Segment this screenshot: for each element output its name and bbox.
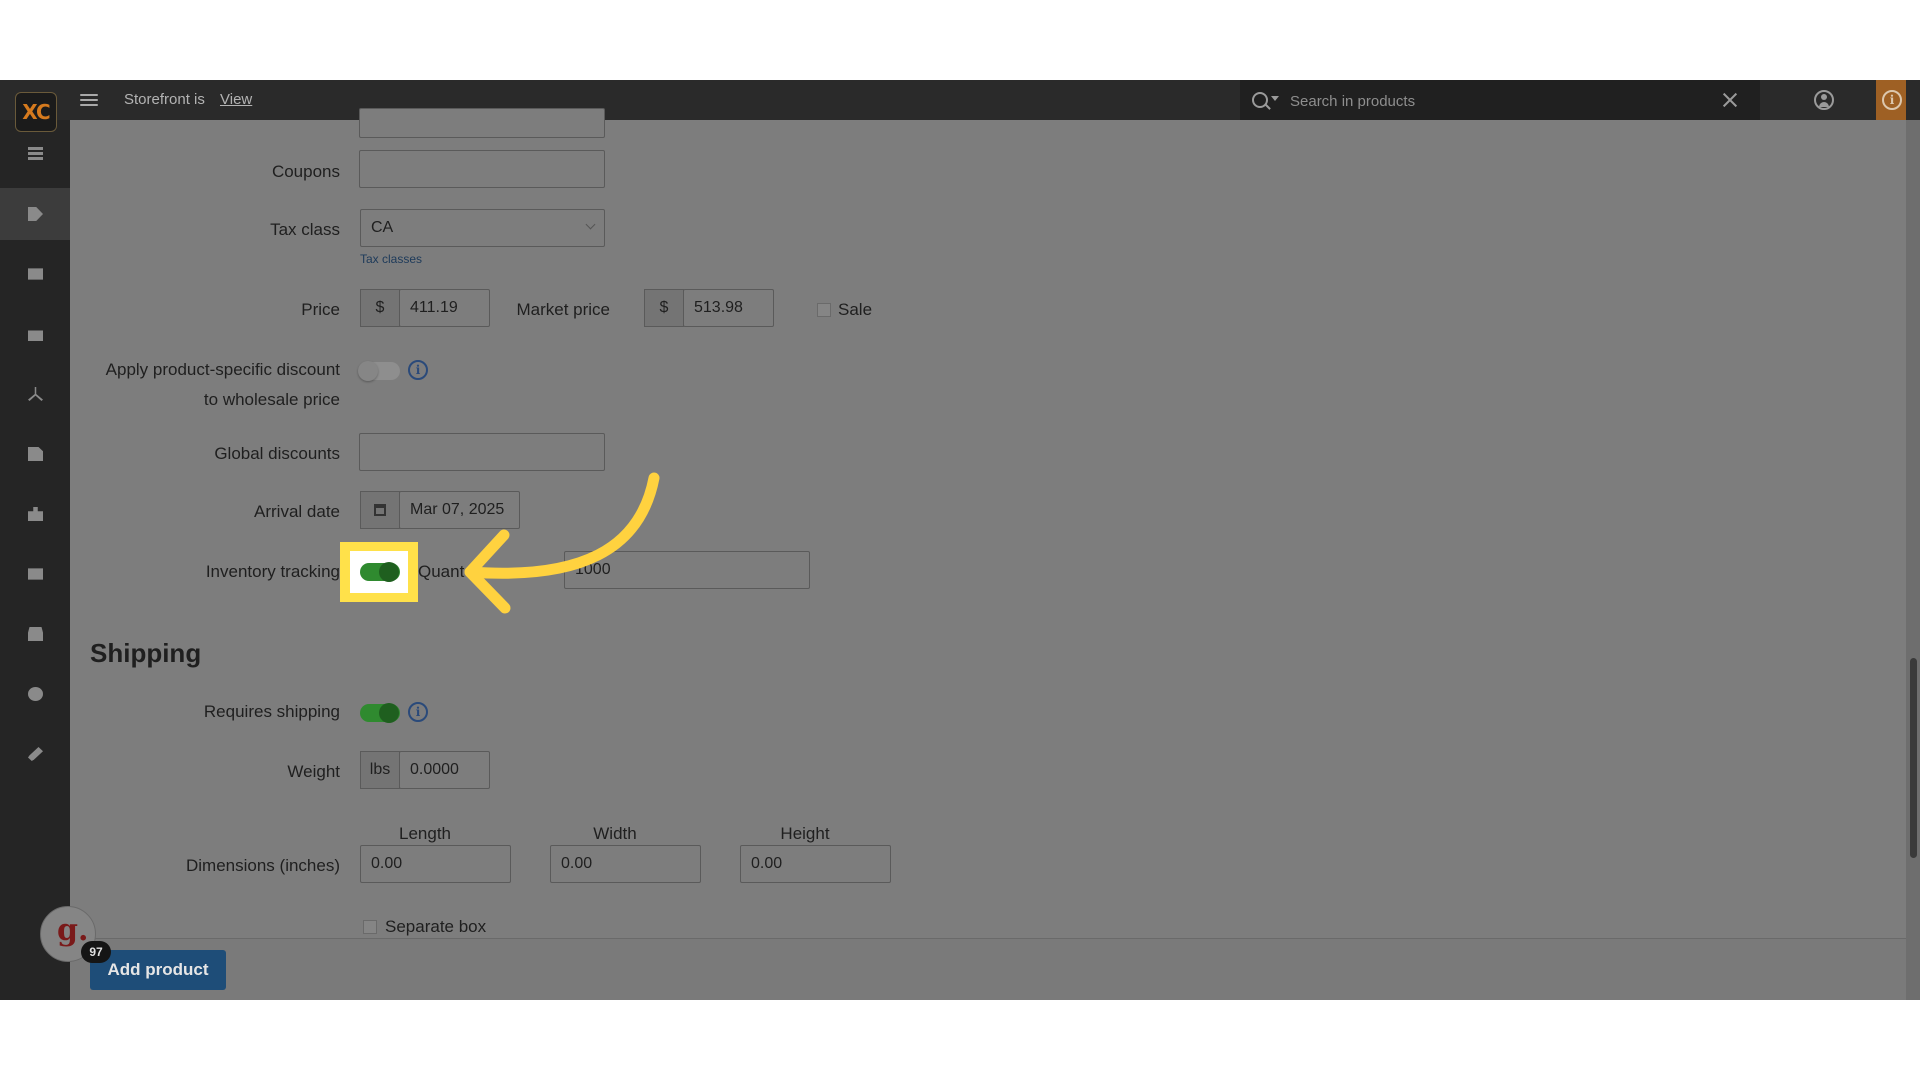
add-product-button[interactable]: Add product (90, 950, 226, 990)
scrollbar[interactable] (1906, 120, 1920, 1000)
annotation-arrow (464, 472, 660, 614)
app-window: Storefront is View Coupons Tax class (0, 80, 1920, 1000)
app-logo[interactable]: XC (15, 92, 57, 132)
guide-logo-icon: g. (57, 913, 89, 948)
scrollbar-thumb[interactable] (1910, 658, 1917, 858)
guide-widget-button[interactable]: g. 97 (40, 906, 111, 963)
guide-count-badge: 97 (81, 941, 111, 963)
sticky-footer: Add product (70, 938, 1906, 1000)
